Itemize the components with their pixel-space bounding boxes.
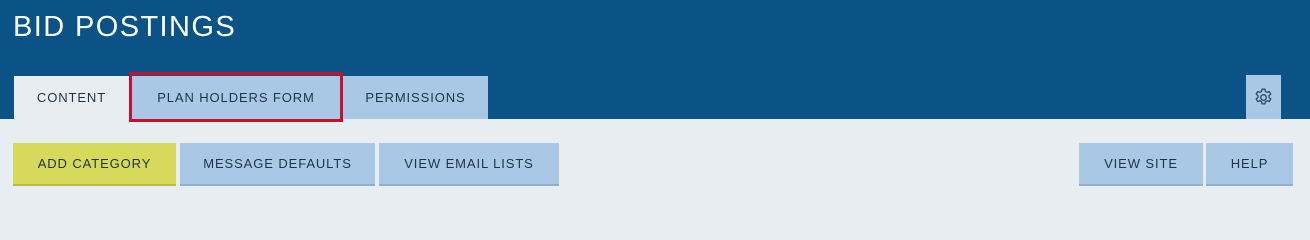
message-defaults-button[interactable]: MESSAGE DEFAULTS [180,143,375,186]
message-defaults-label: MESSAGE DEFAULTS [203,156,352,171]
add-category-button[interactable]: ADD CATEGORY [13,143,176,186]
page-header: BID POSTINGS CONTENT PLAN HOLDERS FORM P… [0,0,1310,122]
help-label: HELP [1230,156,1269,171]
tab-content[interactable]: CONTENT [14,76,129,119]
settings-button[interactable] [1246,75,1281,119]
gear-icon [1255,88,1272,105]
tab-content-label: CONTENT [36,90,107,105]
tab-permissions-label: PERMISSIONS [365,90,466,105]
view-site-label: VIEW SITE [1104,156,1178,171]
view-email-lists-label: VIEW EMAIL LISTS [404,156,534,171]
tab-plan-holders-form[interactable]: PLAN HOLDERS FORM [131,76,341,119]
view-email-lists-button[interactable]: VIEW EMAIL LISTS [379,143,559,186]
view-site-button[interactable]: VIEW SITE [1079,143,1203,186]
tab-permissions[interactable]: PERMISSIONS [343,76,488,119]
page-title: BID POSTINGS [13,11,237,43]
tab-plan-holders-form-label: PLAN HOLDERS FORM [157,90,315,105]
add-category-label: ADD CATEGORY [37,156,152,171]
help-button[interactable]: HELP [1206,143,1293,186]
